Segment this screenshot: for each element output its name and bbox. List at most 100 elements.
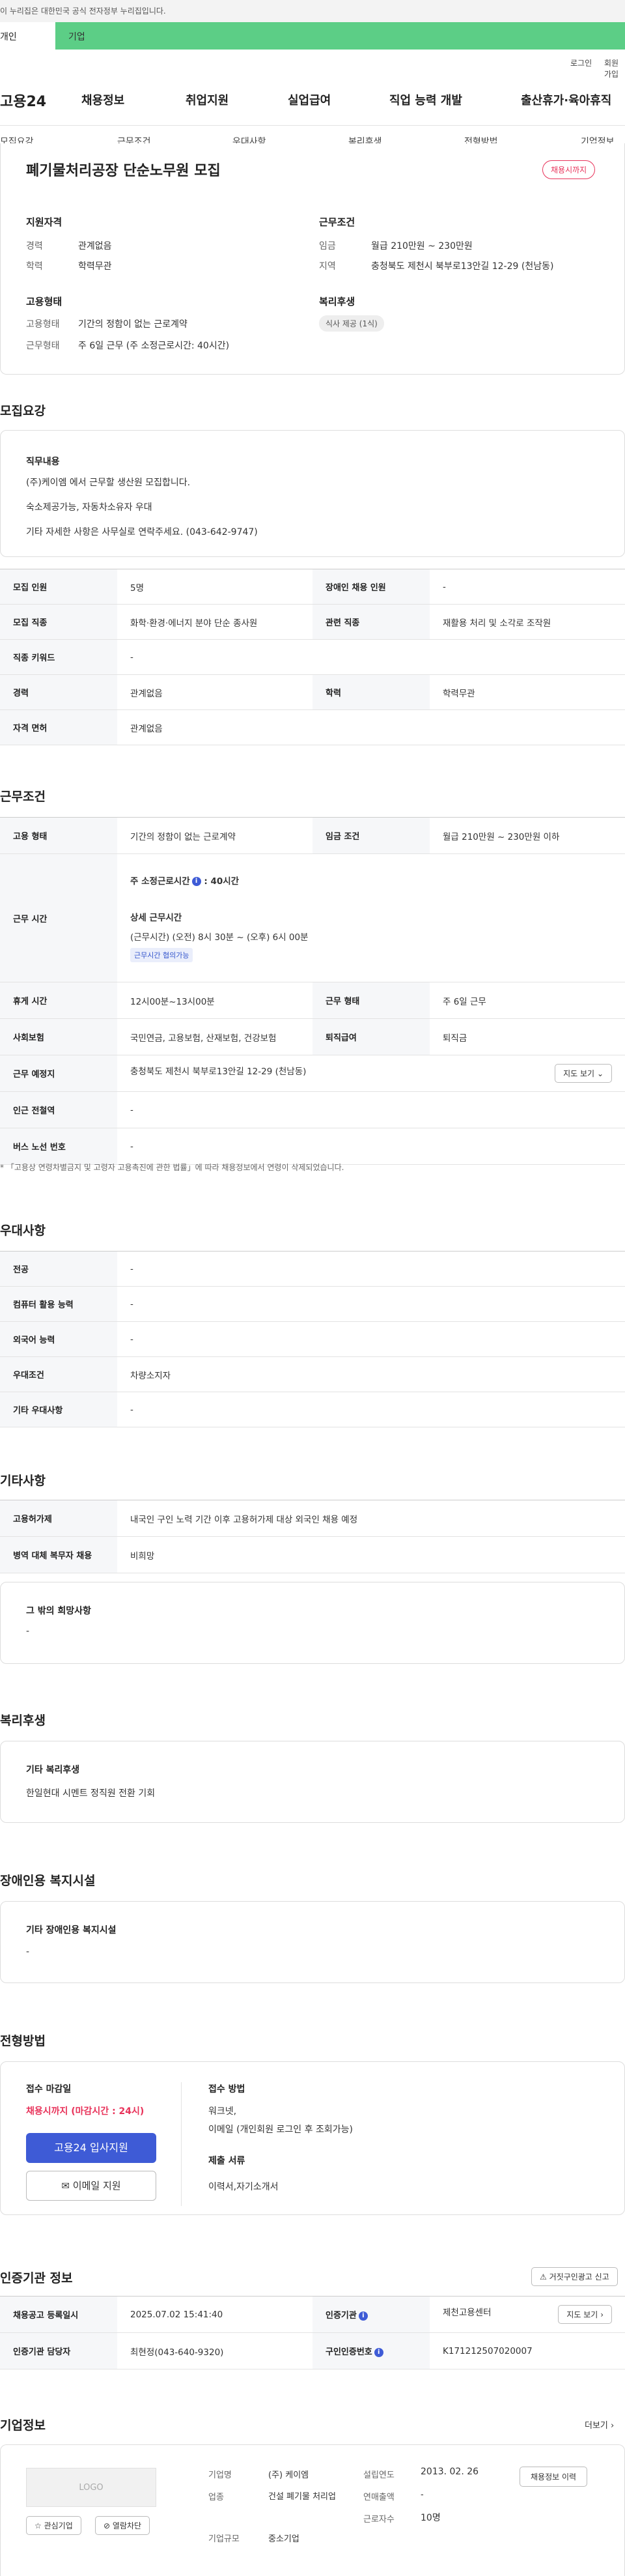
table-row: 우대조건 차량소지자: [0, 1356, 625, 1392]
benefit-card: [0, 1741, 625, 1823]
table-row: 경력 관계없음 학력 학력무관: [0, 674, 625, 710]
cell-value: 관계없음: [117, 709, 625, 745]
gov-banner: 이 누리집은 대한민국 공식 전자정부 누리집입니다.: [0, 0, 625, 22]
work-table: 고용 형태 기간의 정함이 없는 근로계약 임금 조건 월급 210만원 ~ 230만…: [0, 817, 625, 1165]
cell-key: 관련 직종: [312, 604, 430, 640]
cell-value: -: [117, 1128, 625, 1165]
company-name-value: (주) 케이엠: [268, 2470, 309, 2480]
cell-value: -: [117, 1286, 625, 1322]
industry-label: 업종: [208, 2493, 224, 2502]
cell-key: 근무 예정지: [0, 1055, 117, 1092]
report-fake-ad-button[interactable]: ⚠ 거짓구인광고 신고: [531, 2267, 618, 2286]
table-row: 외국어 능력 -: [0, 1321, 625, 1357]
report-button-label: 거짓구인광고 신고: [549, 2272, 609, 2282]
table-row: 인증기관 담당자 최현정(043-640-9320) 구인인증번호 i K1712125…: [0, 2332, 625, 2369]
tab-personal[interactable]: 개인: [0, 22, 55, 50]
block-view-button[interactable]: ⊘ 열람차단: [95, 2516, 150, 2535]
company-size-label: 기업규모: [208, 2534, 240, 2544]
other-wishes-title: 그 밖의 희망사항: [26, 1606, 91, 1616]
cell-value: -: [117, 1392, 625, 1427]
favorite-company-button[interactable]: ☆ 관심기업: [26, 2516, 81, 2535]
wage-label: 임금: [319, 241, 336, 251]
method-value: 워크넷,: [208, 2106, 237, 2117]
cell-key: 고용 형태: [0, 817, 117, 854]
table-row: 인근 전철역 -: [0, 1091, 625, 1128]
table-row: 근무 시간 주 소정근로시간 i : 40시간 상세 근무시간 (근무시간) (오…: [0, 853, 625, 982]
founded-label: 설립연도: [363, 2470, 395, 2480]
work-form-value: 주 6일 근무 (주 소정근로시간: 40시간): [78, 341, 230, 351]
tab-business[interactable]: 기업: [55, 22, 625, 50]
info-icon[interactable]: i: [358, 2311, 368, 2321]
signup-link[interactable]: 회원가입: [604, 57, 625, 79]
gnb-job-info[interactable]: 채용정보: [81, 91, 124, 108]
cell-value: K171212507020007: [430, 2332, 625, 2369]
info-icon[interactable]: i: [374, 2347, 383, 2357]
gnb-employment-support[interactable]: 취업지원: [186, 91, 229, 108]
email-apply-button[interactable]: ✉ 이메일 지원: [26, 2171, 156, 2201]
cell-key: 컴퓨터 활용 능력: [0, 1286, 117, 1322]
deadline-value: 채용시까지 (마감시간 : 24시): [26, 2106, 145, 2117]
cell-key: 인증기관 i: [312, 2296, 430, 2333]
agency-table: 채용공고 등록일시 2025.07.02 15:41:40 인증기관 i 제천고용센터 지…: [0, 2296, 625, 2369]
edu-label: 학력: [26, 261, 43, 272]
map-button[interactable]: 지도 보기 ⌄: [555, 1064, 612, 1083]
gnb-vocational-training[interactable]: 직업 능력 개발: [389, 91, 462, 108]
etc-table: 고용허가제 내국인 구인 노력 기간 이후 고용허가제 대상 외국인 채용 예정 …: [0, 1500, 625, 1573]
hours-detail-title: 상세 근무시간: [130, 913, 182, 923]
cell-key: 전공: [0, 1251, 117, 1287]
selection-heading: 전형방법: [0, 2034, 46, 2048]
table-row: 직종 키워드 -: [0, 639, 625, 675]
etc-heading: 기타사항: [0, 1474, 46, 1488]
cert-no-label: 구인인증번호: [326, 2347, 372, 2357]
email-apply-label: 이메일 지원: [72, 2180, 121, 2192]
cell-key: 채용공고 등록일시: [0, 2296, 117, 2333]
cell-value: 최현정(043-640-9320): [117, 2332, 312, 2369]
agency-value: 제천고용센터: [443, 2308, 492, 2318]
gov-banner-text: 이 누리집은 대한민국 공식 전자정부 누리집입니다.: [0, 7, 166, 16]
job-desc-line: (주)케이엠 에서 근무할 생산원 모집합니다.: [26, 478, 191, 488]
company-heading: 기업정보: [0, 2418, 46, 2433]
cell-key: 임금 조건: [312, 817, 430, 854]
cell-key: 사회보험: [0, 1018, 117, 1055]
cell-key: 기타 우대사항: [0, 1392, 117, 1427]
hours-negotiable-tag: 근무시간 협의가능: [130, 948, 193, 962]
hiring-history-button[interactable]: 채용정보 이력: [520, 2467, 588, 2487]
site-logo[interactable]: 고용24: [0, 90, 46, 111]
docs-value: 이력서,자기소개서: [208, 2182, 279, 2192]
table-row: 컴퓨터 활용 능력 -: [0, 1286, 625, 1322]
recruit-heading: 모집요강: [0, 404, 46, 418]
agency-heading: 인증기관 정보: [0, 2271, 73, 2285]
career-label: 경력: [26, 241, 43, 251]
divider: [0, 125, 625, 126]
login-link[interactable]: 로그인: [570, 57, 592, 68]
cell-key: 모집 인원: [0, 569, 117, 605]
cell-key: 인증기관 담당자: [0, 2332, 117, 2369]
wage-value: 월급 210만원 ~ 230만원: [371, 241, 473, 251]
sales-label: 연매출액: [363, 2493, 395, 2502]
cell-value: -: [117, 1321, 625, 1357]
company-more-link[interactable]: 더보기 ›: [585, 2418, 614, 2431]
job-desc-line: 기타 자세한 사항은 사무실로 연락주세요. (043-642-9747): [26, 527, 258, 537]
table-row: 전공 -: [0, 1251, 625, 1287]
table-row: 휴게 시간 12시00분~13시00분 근무 형태 주 6일 근무: [0, 982, 625, 1019]
career-value: 관계없음: [78, 241, 112, 251]
table-row: 버스 노선 번호 -: [0, 1128, 625, 1165]
gnb-parental-leave[interactable]: 출산휴가·육아휴직: [521, 91, 611, 108]
gnb-unemployment-benefit[interactable]: 실업급여: [288, 91, 331, 108]
deadline-title: 접수 마감일: [26, 2084, 72, 2095]
founded-value: 2013. 02. 26: [421, 2467, 479, 2477]
company-size-value: 중소기업: [268, 2534, 299, 2544]
location-label: 지역: [319, 261, 336, 272]
cell-key: 고용허가제: [0, 1500, 117, 1537]
cell-value: 학력무관: [430, 674, 625, 710]
report-icon: ⚠: [540, 2272, 547, 2282]
cond-heading: 근무조건: [319, 216, 355, 228]
location-value: 충청북도 제천시 북부로13안길 12-29 (천남동): [371, 261, 554, 272]
method-value-2: 이메일 (개인회원 로그인 후 조회가능): [208, 2125, 353, 2135]
work-location-cell: 충청북도 제천시 북부로13안길 12-29 (천남동) 지도 보기 ⌄: [117, 1055, 625, 1092]
info-icon[interactable]: i: [191, 877, 201, 886]
apply-button[interactable]: 고용24 입사지원: [26, 2133, 156, 2163]
agency-map-label: 지도 보기: [566, 2310, 598, 2319]
table-row: 모집 직종 화학·환경·에너지 분야 단순 종사원 관련 직종 재활용 처리 및 소각…: [0, 604, 625, 640]
agency-map-button[interactable]: 지도 보기 ›: [558, 2305, 612, 2324]
